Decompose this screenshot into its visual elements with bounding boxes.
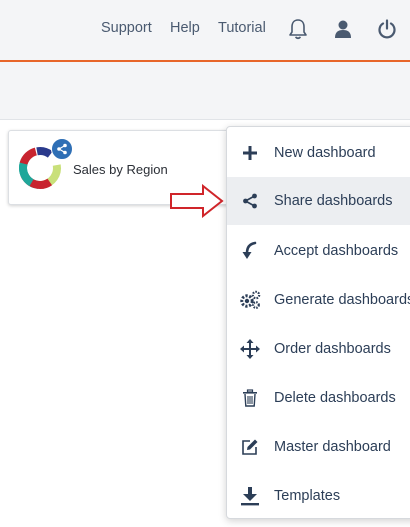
menu-item-label: Generate dashboards (274, 292, 410, 308)
edit-icon (239, 436, 261, 458)
menu-item-delete-dashboards[interactable]: Delete dashboards (227, 375, 410, 421)
notifications-bell-icon[interactable] (285, 16, 311, 42)
support-link[interactable]: Support (101, 20, 152, 36)
dashboard-toolbar-area (0, 62, 410, 120)
move-arrows-icon (239, 338, 261, 360)
accept-arrow-icon (239, 240, 261, 262)
menu-item-generate-dashboards[interactable]: Generate dashboards (227, 277, 410, 323)
menu-item-label: Share dashboards (274, 193, 393, 209)
share-icon (239, 190, 261, 212)
shared-badge-icon (51, 138, 73, 160)
plus-icon (239, 142, 261, 164)
dashboard-card-title: Sales by Region (73, 162, 168, 177)
help-link[interactable]: Help (170, 20, 200, 36)
menu-item-label: New dashboard (274, 145, 376, 161)
menu-item-master-dashboard[interactable]: Master dashboard (227, 424, 410, 470)
menu-item-templates[interactable]: Templates (227, 473, 410, 519)
menu-item-share-dashboards[interactable]: Share dashboards (227, 177, 410, 225)
top-navigation-bar: Support Help Tutorial (0, 0, 410, 60)
gears-icon (239, 289, 261, 311)
menu-item-label: Order dashboards (274, 341, 391, 357)
menu-item-label: Accept dashboards (274, 243, 399, 259)
user-profile-icon[interactable] (330, 16, 356, 42)
trash-icon (239, 387, 261, 409)
dashboard-actions-menu: New dashboard Share dashboards Accept da… (226, 126, 410, 519)
red-pointer-arrow-icon (170, 184, 224, 218)
menu-item-label: Master dashboard (274, 439, 391, 455)
menu-item-label: Delete dashboards (274, 390, 396, 406)
menu-item-new-dashboard[interactable]: New dashboard (227, 130, 410, 176)
menu-item-order-dashboards[interactable]: Order dashboards (227, 326, 410, 372)
tutorial-link[interactable]: Tutorial (218, 20, 266, 36)
menu-item-label: Templates (274, 488, 341, 504)
menu-item-accept-dashboards[interactable]: Accept dashboards (227, 228, 410, 274)
logout-power-icon[interactable] (374, 16, 400, 42)
download-icon (239, 485, 261, 507)
